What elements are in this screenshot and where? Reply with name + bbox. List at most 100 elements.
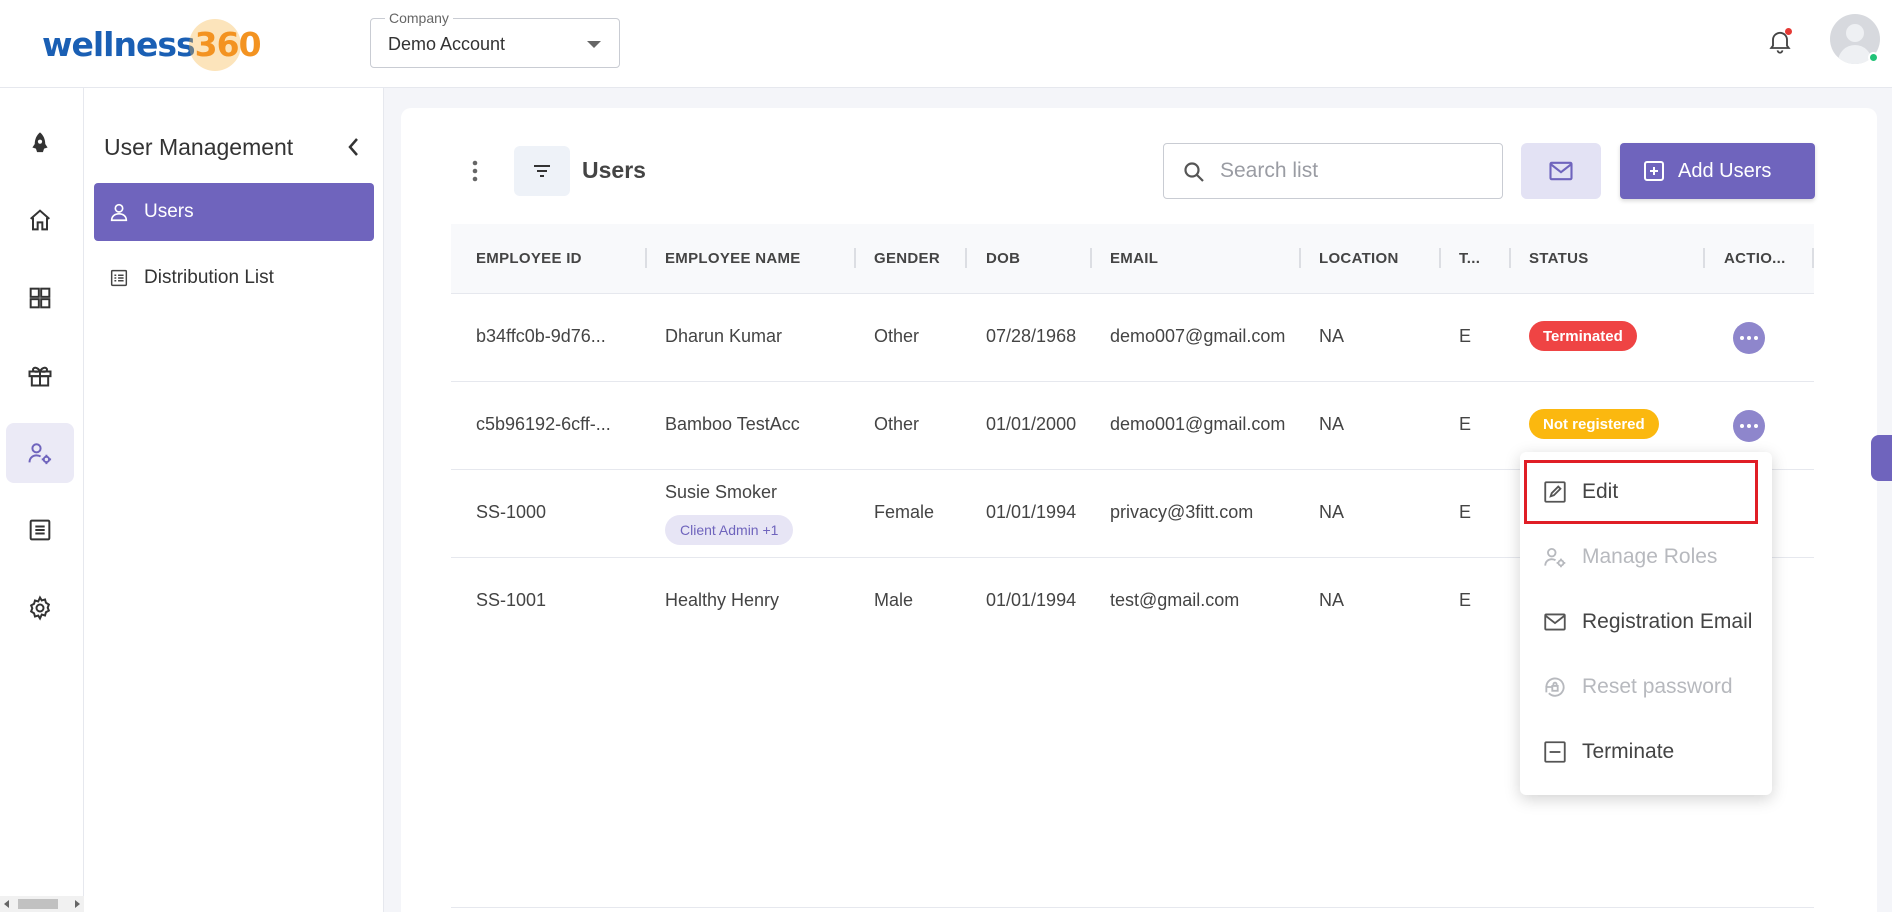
user-settings-icon [28, 443, 52, 465]
top-header: wellness 360 Company Demo Account [0, 0, 1892, 88]
row-action-menu: Edit Manage Roles Registration Email Res… [1520, 452, 1772, 795]
more-vert-icon[interactable] [465, 158, 485, 184]
terminate-icon [1544, 741, 1566, 763]
status-badge: Terminated [1529, 321, 1637, 351]
cell-t: E [1459, 590, 1472, 610]
cell-employee-id: SS-1000 [476, 502, 547, 522]
table-row[interactable]: b34ffc0b-9d76... Dharun Kumar Other 07/2… [451, 294, 1814, 382]
list-icon [29, 519, 51, 541]
col-t[interactable]: T... [1459, 250, 1480, 267]
cell-dob: 01/01/1994 [986, 590, 1077, 610]
rail-rewards[interactable] [6, 345, 74, 405]
scroll-left-arrow-icon[interactable] [4, 900, 9, 908]
rail-lists[interactable] [6, 500, 74, 560]
table-header: EMPLOYEE ID EMPLOYEE NAME GENDER DOB EMA… [451, 224, 1814, 294]
cell-employee-name: Dharun Kumar [665, 326, 783, 346]
collapse-chevron-left-icon[interactable] [344, 134, 364, 160]
cell-employee-name: Healthy Henry [665, 590, 780, 610]
scroll-thumb[interactable] [18, 899, 58, 909]
col-gender[interactable]: GENDER [874, 250, 940, 267]
company-label: Company [385, 10, 453, 26]
search-input[interactable] [1220, 156, 1490, 186]
role-chip: Client Admin +1 [665, 515, 794, 545]
rocket-icon [32, 132, 48, 153]
lock-reset-icon [1545, 677, 1565, 697]
cell-employee-id: SS-1001 [476, 590, 547, 610]
logo-text: wellness [42, 24, 196, 64]
edit-highlight-box [1524, 460, 1758, 524]
search-icon [1184, 162, 1204, 182]
add-users-button[interactable]: Add Users [1620, 143, 1815, 199]
dashboard-icon [29, 287, 51, 309]
cell-employee-id: c5b96192-6cff-... [476, 414, 611, 434]
cell-location: NA [1319, 326, 1345, 346]
row-actions-button[interactable] [1733, 410, 1765, 442]
subnav-item-distribution-list[interactable]: Distribution List [94, 249, 374, 307]
company-value: Demo Account [388, 34, 506, 54]
page-title: Users [582, 157, 646, 183]
cell-gender: Female [874, 502, 935, 522]
email-users-button[interactable] [1521, 143, 1601, 199]
add-users-label: Add Users [1678, 159, 1772, 182]
col-dob[interactable]: DOB [986, 250, 1020, 267]
mail-icon [1544, 613, 1566, 631]
table-bottom-border [451, 907, 1814, 908]
cell-dob: 07/28/1968 [986, 326, 1077, 346]
cell-dob: 01/01/1994 [986, 502, 1077, 522]
menu-item-label: Registration Email [1582, 610, 1753, 633]
scroll-right-arrow-icon[interactable] [75, 900, 80, 908]
rail-rocket[interactable] [6, 114, 74, 174]
mail-icon [1549, 161, 1573, 181]
col-employee-name[interactable]: EMPLOYEE NAME [665, 250, 801, 267]
logo-number: 360 [188, 18, 262, 71]
wellness360-logo[interactable]: wellness 360 [42, 18, 262, 71]
menu-item-reset-password[interactable]: Reset password [1520, 657, 1772, 717]
cell-location: NA [1319, 414, 1345, 434]
list-icon [110, 269, 128, 287]
subnav-item-users[interactable]: Users [94, 183, 374, 241]
col-actions[interactable]: ACTIO... [1724, 250, 1786, 267]
cell-gender: Male [874, 590, 914, 610]
cell-email: demo007@gmail.com [1110, 326, 1286, 346]
person-icon [110, 203, 128, 222]
col-status[interactable]: STATUS [1529, 250, 1589, 267]
col-employee-id[interactable]: EMPLOYEE ID [476, 250, 582, 267]
chevron-down-icon [587, 41, 601, 48]
gear-icon [29, 595, 51, 621]
menu-item-terminate[interactable]: Terminate [1520, 722, 1772, 782]
cell-gender: Other [874, 414, 920, 434]
home-icon [30, 209, 50, 231]
menu-item-registration-email[interactable]: Registration Email [1520, 592, 1772, 652]
rail-settings[interactable] [6, 578, 74, 638]
online-status-dot [1868, 52, 1879, 63]
rail-dashboard[interactable] [6, 268, 74, 328]
panel-title: User Management [104, 134, 294, 160]
col-email[interactable]: EMAIL [1110, 250, 1158, 267]
cell-dob: 01/01/2000 [986, 414, 1077, 434]
subnav-item-label: Distribution List [144, 267, 274, 288]
filter-button[interactable] [514, 146, 570, 196]
user-management-panel: User Management Users Distribution List [84, 88, 384, 912]
manage-roles-icon [1544, 547, 1566, 568]
cell-employee-id: b34ffc0b-9d76... [476, 326, 606, 346]
settings-side-tab[interactable] [1871, 435, 1892, 481]
menu-item-label: Manage Roles [1582, 545, 1718, 568]
company-select[interactable]: Company Demo Account [370, 10, 620, 68]
rail-user-management[interactable] [6, 423, 74, 483]
row-actions-button[interactable] [1733, 322, 1765, 354]
horizontal-scrollbar[interactable] [0, 896, 84, 912]
notification-bell-icon[interactable] [1766, 26, 1794, 56]
menu-item-manage-roles[interactable]: Manage Roles [1520, 527, 1772, 587]
status-badge: Not registered [1529, 409, 1659, 439]
cell-t: E [1459, 414, 1472, 434]
col-location[interactable]: LOCATION [1319, 250, 1399, 267]
rail-home[interactable] [6, 190, 74, 250]
cell-employee-name: Susie Smoker [665, 482, 778, 502]
notification-dot [1785, 28, 1792, 35]
menu-item-label: Reset password [1582, 675, 1733, 698]
cell-employee-name: Bamboo TestAcc [665, 414, 800, 434]
gift-icon [28, 366, 52, 387]
cell-email: test@gmail.com [1110, 590, 1240, 610]
icon-rail [0, 88, 84, 912]
cell-t: E [1459, 502, 1472, 522]
